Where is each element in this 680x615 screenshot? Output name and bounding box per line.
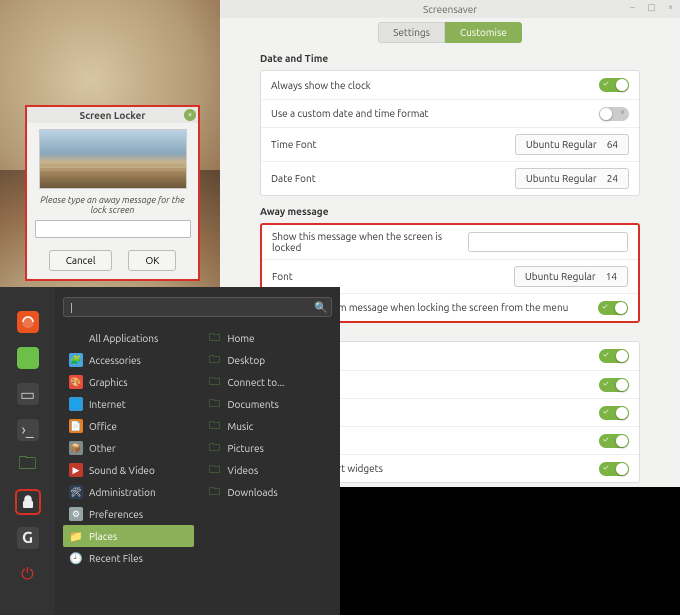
ok-button[interactable]: OK: [128, 250, 176, 271]
dialog-close-icon[interactable]: ×: [184, 109, 196, 121]
category-icon: 🌐: [69, 397, 83, 411]
terminal-green-icon[interactable]: [17, 347, 39, 369]
folder-icon: 🗀: [208, 463, 222, 477]
category-accessories[interactable]: 🧩Accessories: [63, 349, 194, 371]
category-icon: 📄: [69, 419, 83, 433]
tab-bar: Settings Customise: [220, 18, 680, 47]
tab-customise[interactable]: Customise: [445, 22, 522, 43]
time-font-button[interactable]: Ubuntu Regular 64: [515, 134, 629, 155]
cancel-button[interactable]: Cancel: [49, 250, 113, 271]
toggle-shortcuts[interactable]: [599, 349, 629, 363]
row-time-font: Time Font Ubuntu Regular 64: [261, 127, 639, 161]
toggle-controls[interactable]: [599, 378, 629, 392]
category-icon: ⚙: [69, 507, 83, 521]
folder-icon: 🗀: [208, 331, 222, 345]
category-graphics[interactable]: 🎨Graphics: [63, 371, 194, 393]
menu-search-input[interactable]: [64, 302, 311, 313]
menu-search[interactable]: 🔍: [63, 297, 332, 317]
minimize-button[interactable]: –: [627, 2, 638, 13]
section-date-time: Date and Time Always show the clock Use …: [220, 47, 680, 200]
category-icon: 🕘: [69, 551, 83, 565]
category-icon: 🧩: [69, 353, 83, 367]
place-connect-to-[interactable]: 🗀Connect to...: [202, 371, 333, 393]
logout-icon[interactable]: G: [17, 527, 39, 549]
category-column: All Applications 🧩Accessories🎨Graphics🌐I…: [63, 327, 194, 569]
folder-icon: 🗀: [208, 397, 222, 411]
menu-all-applications[interactable]: All Applications: [63, 327, 194, 349]
category-preferences[interactable]: ⚙Preferences: [63, 503, 194, 525]
lock-screen-icon[interactable]: [17, 491, 39, 513]
toggle-ask-custom[interactable]: [598, 301, 628, 315]
window-title: Screensaver: [423, 4, 477, 15]
category-icon: ▶: [69, 463, 83, 477]
category-office[interactable]: 📄Office: [63, 415, 194, 437]
folder-icon: 🗀: [208, 375, 222, 389]
row-always-show-clock: Always show the clock: [261, 71, 639, 99]
folder-icon: 🗀: [208, 485, 222, 499]
firefox-icon[interactable]: [17, 311, 39, 333]
close-button[interactable]: ×: [665, 2, 676, 13]
category-sound-video[interactable]: ▶Sound & Video: [63, 459, 194, 481]
category-icon: 📦: [69, 441, 83, 455]
app-icon[interactable]: ▭: [17, 383, 39, 405]
application-menu: ▭ ›_ 🗀 G ⏻ 🔍 All Applications 🧩Accessori…: [0, 287, 340, 615]
away-message-input[interactable]: [468, 232, 628, 252]
place-desktop[interactable]: 🗀Desktop: [202, 349, 333, 371]
place-pictures[interactable]: 🗀Pictures: [202, 437, 333, 459]
toggle-blank1[interactable]: [599, 406, 629, 420]
power-icon[interactable]: ⏻: [17, 563, 39, 585]
section-heading: Date and Time: [260, 53, 640, 64]
category-icon: 📁: [69, 529, 83, 543]
maximize-button[interactable]: ▢: [646, 2, 657, 13]
place-videos[interactable]: 🗀Videos: [202, 459, 333, 481]
category-recent-files[interactable]: 🕘Recent Files: [63, 547, 194, 569]
folder-icon: 🗀: [208, 419, 222, 433]
toggle-always-show-clock[interactable]: [599, 78, 629, 92]
category-icon: 🎨: [69, 375, 83, 389]
dialog-prompt: Please type an away message for the lock…: [33, 195, 192, 215]
screen-locker-dialog: Screen Locker × Please type an away mess…: [25, 105, 200, 281]
launcher-bar: ▭ ›_ 🗀 G ⏻: [0, 287, 55, 615]
category-other[interactable]: 📦Other: [63, 437, 194, 459]
places-column: 🗀Home🗀Desktop🗀Connect to...🗀Documents🗀Mu…: [202, 327, 333, 569]
category-places[interactable]: 📁Places: [63, 525, 194, 547]
place-downloads[interactable]: 🗀Downloads: [202, 481, 333, 503]
dialog-title: Screen Locker: [80, 110, 146, 121]
all-apps-icon: [69, 331, 83, 345]
folder-icon: 🗀: [208, 353, 222, 367]
terminal-icon[interactable]: ›_: [17, 419, 39, 441]
titlebar: Screensaver – ▢ ×: [220, 0, 680, 18]
category-administration[interactable]: 🛠Administration: [63, 481, 194, 503]
lockscreen-preview: [39, 129, 187, 189]
toggle-custom-format[interactable]: [599, 107, 629, 121]
folder-icon: 🗀: [208, 441, 222, 455]
search-icon: 🔍: [311, 301, 331, 314]
place-documents[interactable]: 🗀Documents: [202, 393, 333, 415]
place-music[interactable]: 🗀Music: [202, 415, 333, 437]
date-font-button[interactable]: Ubuntu Regular 24: [515, 168, 629, 189]
place-home[interactable]: 🗀Home: [202, 327, 333, 349]
files-icon[interactable]: 🗀: [17, 455, 39, 477]
dialog-titlebar: Screen Locker ×: [27, 107, 198, 123]
row-show-message: Show this message when the screen is loc…: [262, 225, 638, 259]
category-icon: 🛠: [69, 485, 83, 499]
category-internet[interactable]: 🌐Internet: [63, 393, 194, 415]
toggle-blank2[interactable]: [599, 434, 629, 448]
section-heading: Away message: [260, 206, 640, 217]
away-font-button[interactable]: Ubuntu Regular 14: [514, 266, 628, 287]
tab-settings[interactable]: Settings: [378, 22, 445, 43]
row-custom-format: Use a custom date and time format: [261, 99, 639, 127]
away-message-dialog-input[interactable]: [35, 220, 191, 238]
toggle-album-art[interactable]: [599, 462, 629, 476]
row-date-font: Date Font Ubuntu Regular 24: [261, 161, 639, 195]
